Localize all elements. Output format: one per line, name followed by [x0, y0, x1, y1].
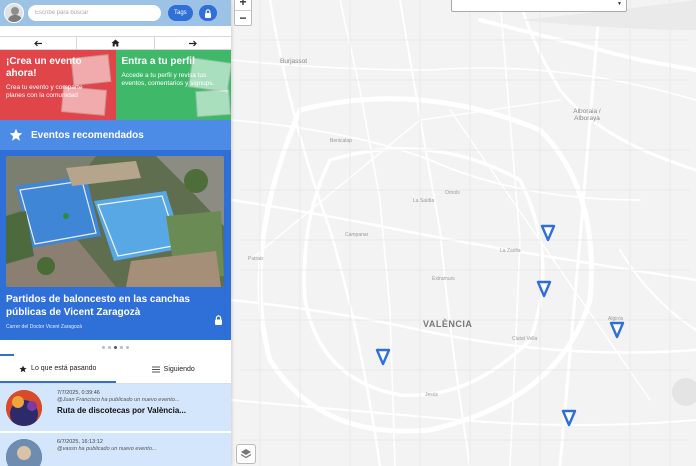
zoom-out-button[interactable]: − — [235, 10, 251, 25]
zoom-in-button[interactable]: + — [235, 0, 251, 10]
tab-label: Siguiendo — [163, 366, 195, 373]
star-icon — [19, 364, 27, 372]
login-profile-title: Entra a tu perfil — [121, 56, 195, 67]
layers-icon — [240, 449, 252, 459]
list-icon — [151, 366, 160, 373]
map-label-campanar: Campanar — [345, 232, 369, 238]
create-event-text: Crea tu evento y comparte planes con la … — [6, 84, 83, 99]
marker-pin-icon — [375, 348, 391, 366]
recommended-title: Eventos recomendados — [31, 129, 144, 141]
promo-banner: ¡Crea un evento ahora! Crea tu evento y … — [0, 50, 231, 120]
create-event-card[interactable]: ¡Crea un evento ahora! Crea tu evento y … — [0, 50, 116, 120]
marker-pin-icon — [561, 409, 577, 427]
event-lock-icon — [214, 312, 223, 330]
map-label-la-zaidia: La Zaidia — [500, 248, 521, 254]
map-label-patraix: Patraix — [248, 256, 264, 262]
arrow-left-icon — [33, 40, 42, 46]
tab-whats-happening[interactable]: Lo que está pasando — [0, 356, 116, 383]
feed-body: 6/7/2025, 16:13:12 @vassn ha publicado u… — [57, 439, 156, 466]
carousel-dot-active[interactable] — [114, 345, 117, 349]
sidebar-panel: Tags ¡Crea un evento ahora! Crea tu even… — [0, 0, 231, 466]
feed-time: 7/7/2025, 0:39:46 — [57, 390, 100, 396]
map-label-extramurs: Extramurs — [432, 276, 455, 282]
feed-item[interactable]: 6/7/2025, 16:13:12 @vassn ha publicado u… — [0, 433, 231, 466]
search-input[interactable] — [28, 5, 161, 21]
map-city-label: VALÈNCIA — [423, 319, 473, 329]
map-label-la-saidia: La Saïdia — [413, 198, 435, 204]
carousel-dot[interactable] — [120, 345, 123, 349]
feed-avatar — [6, 390, 42, 426]
map-label-alboraya: Alboraia / Alboraya — [573, 108, 601, 122]
event-marker[interactable] — [540, 224, 556, 242]
carousel-dot[interactable] — [102, 345, 105, 349]
feed-time: 6/7/2025, 16:13:12 — [57, 439, 103, 445]
feed-title: Ruta de discotecas por València... — [57, 406, 186, 415]
feed-avatar — [6, 439, 42, 466]
login-profile-card[interactable]: Entra a tu perfil Accede a tu perfil y r… — [115, 50, 231, 120]
feed-body: 7/7/2025, 0:39:46 @Juan Francisco ha pub… — [57, 390, 186, 425]
map-filter-select[interactable]: ▼ — [451, 0, 627, 12]
tags-button[interactable]: Tags — [168, 5, 193, 21]
arrow-right-icon — [189, 40, 198, 46]
avatar[interactable] — [4, 3, 24, 23]
event-image — [6, 156, 224, 287]
feed-message: @Juan Francisco ha publicado un nuevo ev… — [57, 397, 180, 403]
marker-pin-icon — [540, 224, 556, 242]
tab-label: Lo que está pasando — [31, 365, 97, 372]
event-marker[interactable] — [536, 280, 552, 298]
event-address: Carrer del Doctor Vicent Zaragozà — [6, 324, 83, 330]
event-marker[interactable] — [375, 348, 391, 366]
lock-icon — [204, 8, 211, 18]
forward-button[interactable] — [153, 37, 231, 49]
feed-message: @vassn ha publicado un nuevo evento... — [57, 446, 157, 452]
zoom-control: + − — [234, 0, 252, 26]
layers-button[interactable] — [236, 444, 256, 464]
event-title: Partidos de baloncesto en las canchas pú… — [6, 294, 190, 318]
marker-pin-icon — [609, 321, 625, 339]
recommended-event-card[interactable]: Partidos de baloncesto en las canchas pú… — [0, 150, 231, 340]
login-profile-text: Accede a tu perfil y revisa tus eventos,… — [121, 72, 215, 87]
app-root: Burjassot Alboraia / Alboraya Benicalap … — [0, 0, 696, 466]
nav-row — [0, 36, 231, 50]
create-event-title: ¡Crea un evento ahora! — [6, 56, 82, 79]
chevron-down-icon: ▼ — [617, 1, 622, 7]
map-label-benicalap: Benicalap — [330, 138, 352, 144]
feed-item[interactable]: 7/7/2025, 0:39:46 @Juan Francisco ha pub… — [0, 384, 231, 433]
event-marker[interactable] — [609, 321, 625, 339]
carousel-dots — [0, 340, 231, 354]
recommended-header: Eventos recomendados — [0, 120, 231, 150]
map-label-ciutat-vella: Ciutat Vella — [512, 336, 538, 342]
back-button[interactable] — [0, 37, 76, 49]
promo-illustration — [194, 88, 231, 118]
event-photo — [6, 156, 224, 287]
map-label-orriols: Orriols — [445, 190, 460, 196]
top-bar: Tags — [0, 0, 231, 26]
map-label-burjassot: Burjassot — [280, 58, 308, 65]
star-icon — [9, 128, 23, 141]
marker-pin-icon — [536, 280, 552, 298]
carousel-dot[interactable] — [108, 345, 111, 349]
home-button[interactable] — [76, 37, 153, 49]
home-icon — [111, 39, 120, 47]
tab-following[interactable]: Siguiendo — [116, 356, 232, 383]
feed-tabs: Lo que está pasando Siguiendo — [0, 356, 231, 384]
map-label-jesus: Jesús — [425, 392, 439, 398]
event-marker[interactable] — [561, 409, 577, 427]
carousel-dot[interactable] — [126, 345, 129, 349]
lock-button[interactable] — [198, 5, 217, 21]
